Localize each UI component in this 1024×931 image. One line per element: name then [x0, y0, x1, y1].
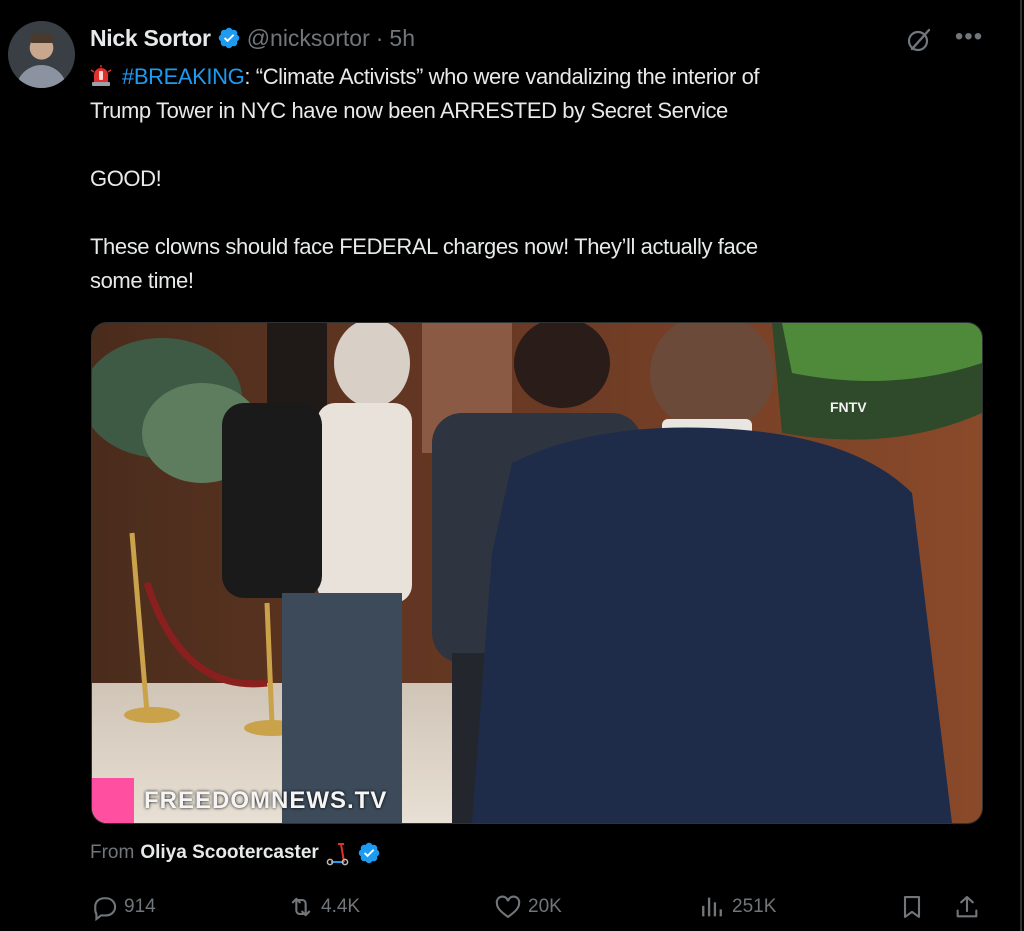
views-button[interactable]: 251K [698, 888, 776, 926]
repost-button[interactable]: 4.4K [287, 888, 360, 926]
avatar-shoulders [16, 65, 67, 88]
siren-emoji [90, 65, 112, 86]
reply-icon [94, 897, 117, 921]
action-bar: 914 4.4K 20K 251K [90, 888, 985, 926]
author-handle[interactable]: @nicksortor [247, 25, 370, 52]
bookmark-icon [903, 896, 921, 918]
hashtag-breaking[interactable]: #BREAKING [122, 64, 245, 89]
video-media[interactable]: FNTV FREEDOMNEWS.TV [91, 322, 983, 824]
tweet-text: #BREAKING: “Climate Activists” who were … [90, 60, 970, 298]
author-name[interactable]: Nick Sortor [90, 25, 211, 52]
media-attribution: From Oliya Scootercaster [90, 838, 381, 868]
share-button[interactable] [953, 888, 981, 926]
text-paragraph-3-line-2: some time! [90, 268, 194, 293]
views-count: 251K [732, 896, 777, 917]
video-frame [92, 323, 982, 823]
avatar[interactable] [8, 21, 75, 88]
repost-icon [291, 897, 311, 917]
verified-badge-icon [218, 27, 239, 49]
from-label: From [90, 842, 135, 863]
tweet-time[interactable]: 5h [389, 25, 415, 52]
reply-count: 914 [124, 896, 156, 917]
verified-badge-icon [358, 842, 380, 864]
like-button[interactable]: 20K [494, 888, 562, 926]
more-icon[interactable]: ••• [953, 24, 985, 56]
source-name[interactable]: Oliya Scootercaster [140, 842, 318, 864]
scooter-emoji [326, 843, 349, 866]
text-paragraph-2: GOOD! [90, 166, 162, 191]
share-icon [956, 896, 978, 918]
text-line-2: Trump Tower in NYC have now been ARRESTE… [90, 98, 728, 123]
views-icon [702, 897, 722, 917]
bookmark-button[interactable] [898, 888, 926, 926]
reply-button[interactable]: 914 [90, 888, 156, 926]
text-paragraph-3-line-1: These clowns should face FEDERAL charges… [90, 234, 758, 259]
like-count: 20K [528, 896, 562, 917]
watermark-brand: FNTV [830, 399, 867, 415]
text-line-1: #BREAKING: “Climate Activists” who were … [90, 60, 970, 94]
avatar-hair [30, 33, 54, 43]
repost-count: 4.4K [321, 896, 361, 917]
tweet-header: Nick Sortor @nicksortor · 5h [90, 22, 415, 54]
grok-icon[interactable] [903, 24, 935, 56]
text-line-1-rest: : “Climate Activists” who were vandalizi… [244, 64, 760, 89]
like-icon [495, 895, 521, 919]
watermark-site: FREEDOMNEWS.TV [144, 787, 388, 814]
header-separator: · [375, 24, 384, 51]
